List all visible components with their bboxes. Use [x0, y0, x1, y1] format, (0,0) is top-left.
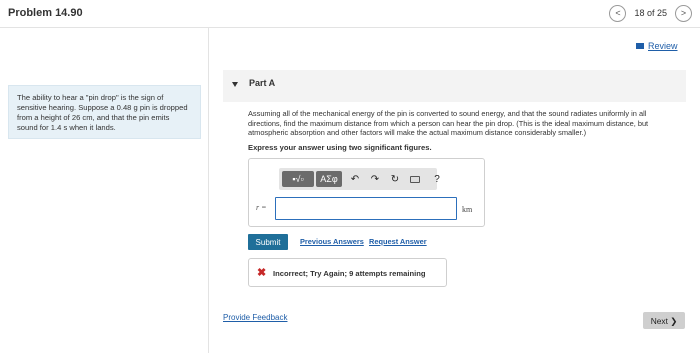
submit-button[interactable]: Submit [248, 234, 288, 250]
reset-icon[interactable]: ↻ [388, 171, 402, 187]
keyboard-icon[interactable] [410, 176, 420, 183]
request-answer-link[interactable]: Request Answer [369, 237, 427, 246]
column-divider [208, 28, 209, 353]
undo-icon[interactable]: ↶ [348, 171, 362, 187]
review-link[interactable]: Review [636, 41, 678, 51]
variable-label: r = [256, 203, 267, 212]
previous-answers-link[interactable]: Previous Answers [300, 237, 364, 246]
unit-label: km [462, 205, 473, 214]
part-label: Part A [249, 78, 276, 88]
question-text: Assuming all of the mechanical energy of… [248, 109, 649, 138]
problem-statement: The ability to hear a "pin drop" is the … [8, 85, 201, 139]
feedback-box: ✖ Incorrect; Try Again; 9 attempts remai… [248, 258, 447, 287]
review-label: Review [648, 41, 678, 51]
math-toolbar: ▪√▫ ΑΣφ ↶ ↷ ↻ ? [279, 168, 440, 190]
instruction-text: Express your answer using two significan… [248, 143, 432, 152]
next-button[interactable]: Next ❯ [643, 312, 685, 329]
caret-down-icon [232, 82, 238, 87]
provide-feedback-link[interactable]: Provide Feedback [223, 313, 287, 322]
previous-problem-button[interactable]: < [609, 4, 627, 22]
greek-symbols-button[interactable]: ΑΣφ [316, 171, 342, 187]
feedback-message: Incorrect; Try Again; 9 attempts remaini… [273, 269, 426, 278]
part-a-header[interactable]: Part A [223, 70, 686, 102]
pager: < 18 of 25 > [609, 4, 692, 22]
page-indicator: 18 of 25 [634, 8, 667, 18]
review-icon [636, 43, 644, 49]
help-icon[interactable]: ? [430, 171, 444, 187]
incorrect-icon: ✖ [257, 267, 267, 279]
next-problem-button[interactable]: > [675, 4, 692, 22]
top-bar: Problem 14.90 < 18 of 25 > [0, 0, 700, 28]
template-button[interactable]: ▪√▫ [282, 171, 314, 187]
redo-icon[interactable]: ↷ [368, 171, 382, 187]
answer-input[interactable] [275, 197, 457, 220]
answer-box: ▪√▫ ΑΣφ ↶ ↷ ↻ ? r = km [248, 158, 485, 227]
problem-title: Problem 14.90 [8, 7, 83, 19]
